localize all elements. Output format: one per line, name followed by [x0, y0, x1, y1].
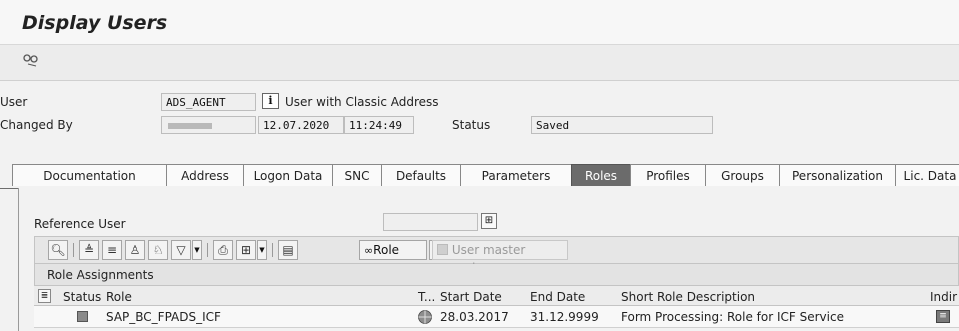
separator [207, 243, 208, 257]
tab-strip: Documentation Address Logon Data SNC Def… [0, 164, 959, 189]
value-help-icon[interactable]: ⊞ [481, 213, 497, 229]
globe-icon [417, 309, 433, 325]
sort-descending-icon[interactable]: ≡ [102, 240, 122, 260]
user-field[interactable]: ADS_AGENT [161, 93, 256, 111]
description-cell: Form Processing: Role for ICF Service [621, 310, 844, 324]
reference-user-label: Reference User [34, 217, 126, 231]
tab-defaults[interactable]: Defaults [381, 164, 461, 186]
checkbox-icon [437, 244, 448, 255]
tab-parameters[interactable]: Parameters [460, 164, 572, 186]
tab-documentation[interactable]: Documentation [12, 164, 167, 186]
role-button[interactable]: ∞Role [359, 240, 427, 260]
separator [272, 243, 273, 257]
role-assignments-title: Role Assignments [47, 268, 154, 282]
reference-user-field[interactable] [383, 213, 478, 231]
sort-ascending-icon[interactable]: ≜ [79, 240, 99, 260]
tab-lic-data[interactable]: Lic. Data [895, 164, 959, 186]
application-toolbar [0, 45, 959, 81]
column-indirect[interactable]: Indir [930, 290, 957, 304]
separator [73, 243, 74, 257]
tab-snc[interactable]: SNC [332, 164, 382, 186]
layout-icon[interactable]: ⊞ [236, 240, 256, 260]
tab-roles[interactable]: Roles [571, 164, 631, 186]
select-all-icon[interactable]: ≣ [38, 289, 51, 303]
print-icon[interactable]: ⎙ [213, 240, 233, 260]
changed-by-field [161, 116, 256, 134]
tab-address[interactable]: Address [166, 164, 244, 186]
find-icon[interactable]: ♙ [125, 240, 145, 260]
role-cell[interactable]: SAP_BC_FPADS_ICF [106, 310, 221, 324]
end-date-cell: 31.12.9999 [530, 310, 599, 324]
column-status[interactable]: Status [63, 290, 101, 304]
changed-date-field: 12.07.2020 [258, 116, 344, 134]
status-label: Status [452, 118, 491, 132]
user-label: User [0, 95, 28, 109]
column-type[interactable]: T... [418, 290, 435, 304]
tab-groups[interactable]: Groups [705, 164, 780, 186]
changed-time-field: 11:24:49 [344, 116, 414, 134]
glasses-icon[interactable] [22, 53, 40, 71]
find-next-icon[interactable]: ♘ [148, 240, 168, 260]
redacted-username [168, 123, 212, 129]
info-icon[interactable]: i [262, 93, 279, 109]
status-indicator [77, 311, 88, 322]
indirect-icon: ≡ [936, 310, 950, 323]
tab-profiles[interactable]: Profiles [630, 164, 706, 186]
column-end-date[interactable]: End Date [530, 290, 585, 304]
role-assignments-header [34, 264, 959, 286]
layout-dropdown-icon[interactable]: ▼ [257, 240, 267, 260]
glasses-icon: ∞ [364, 244, 374, 257]
page-title: Display Users [22, 12, 168, 34]
start-date-cell: 28.03.2017 [440, 310, 509, 324]
tab-logon-data[interactable]: Logon Data [243, 164, 333, 186]
changed-by-label: Changed By [0, 118, 73, 132]
classic-address-label: User with Classic Address [285, 95, 439, 109]
column-short-description[interactable]: Short Role Description [621, 290, 755, 304]
user-master-record-button[interactable]: User master record [432, 240, 568, 275]
column-start-date[interactable]: Start Date [440, 290, 502, 304]
filter-icon[interactable]: ▽ [171, 240, 191, 260]
export-icon[interactable]: ▤ [278, 240, 298, 260]
tab-personalization[interactable]: Personalization [779, 164, 896, 186]
filter-dropdown-icon[interactable]: ▼ [192, 240, 202, 260]
details-icon[interactable]: 🔍︎ [48, 240, 68, 260]
column-role[interactable]: Role [106, 290, 132, 304]
status-field: Saved [531, 116, 713, 134]
